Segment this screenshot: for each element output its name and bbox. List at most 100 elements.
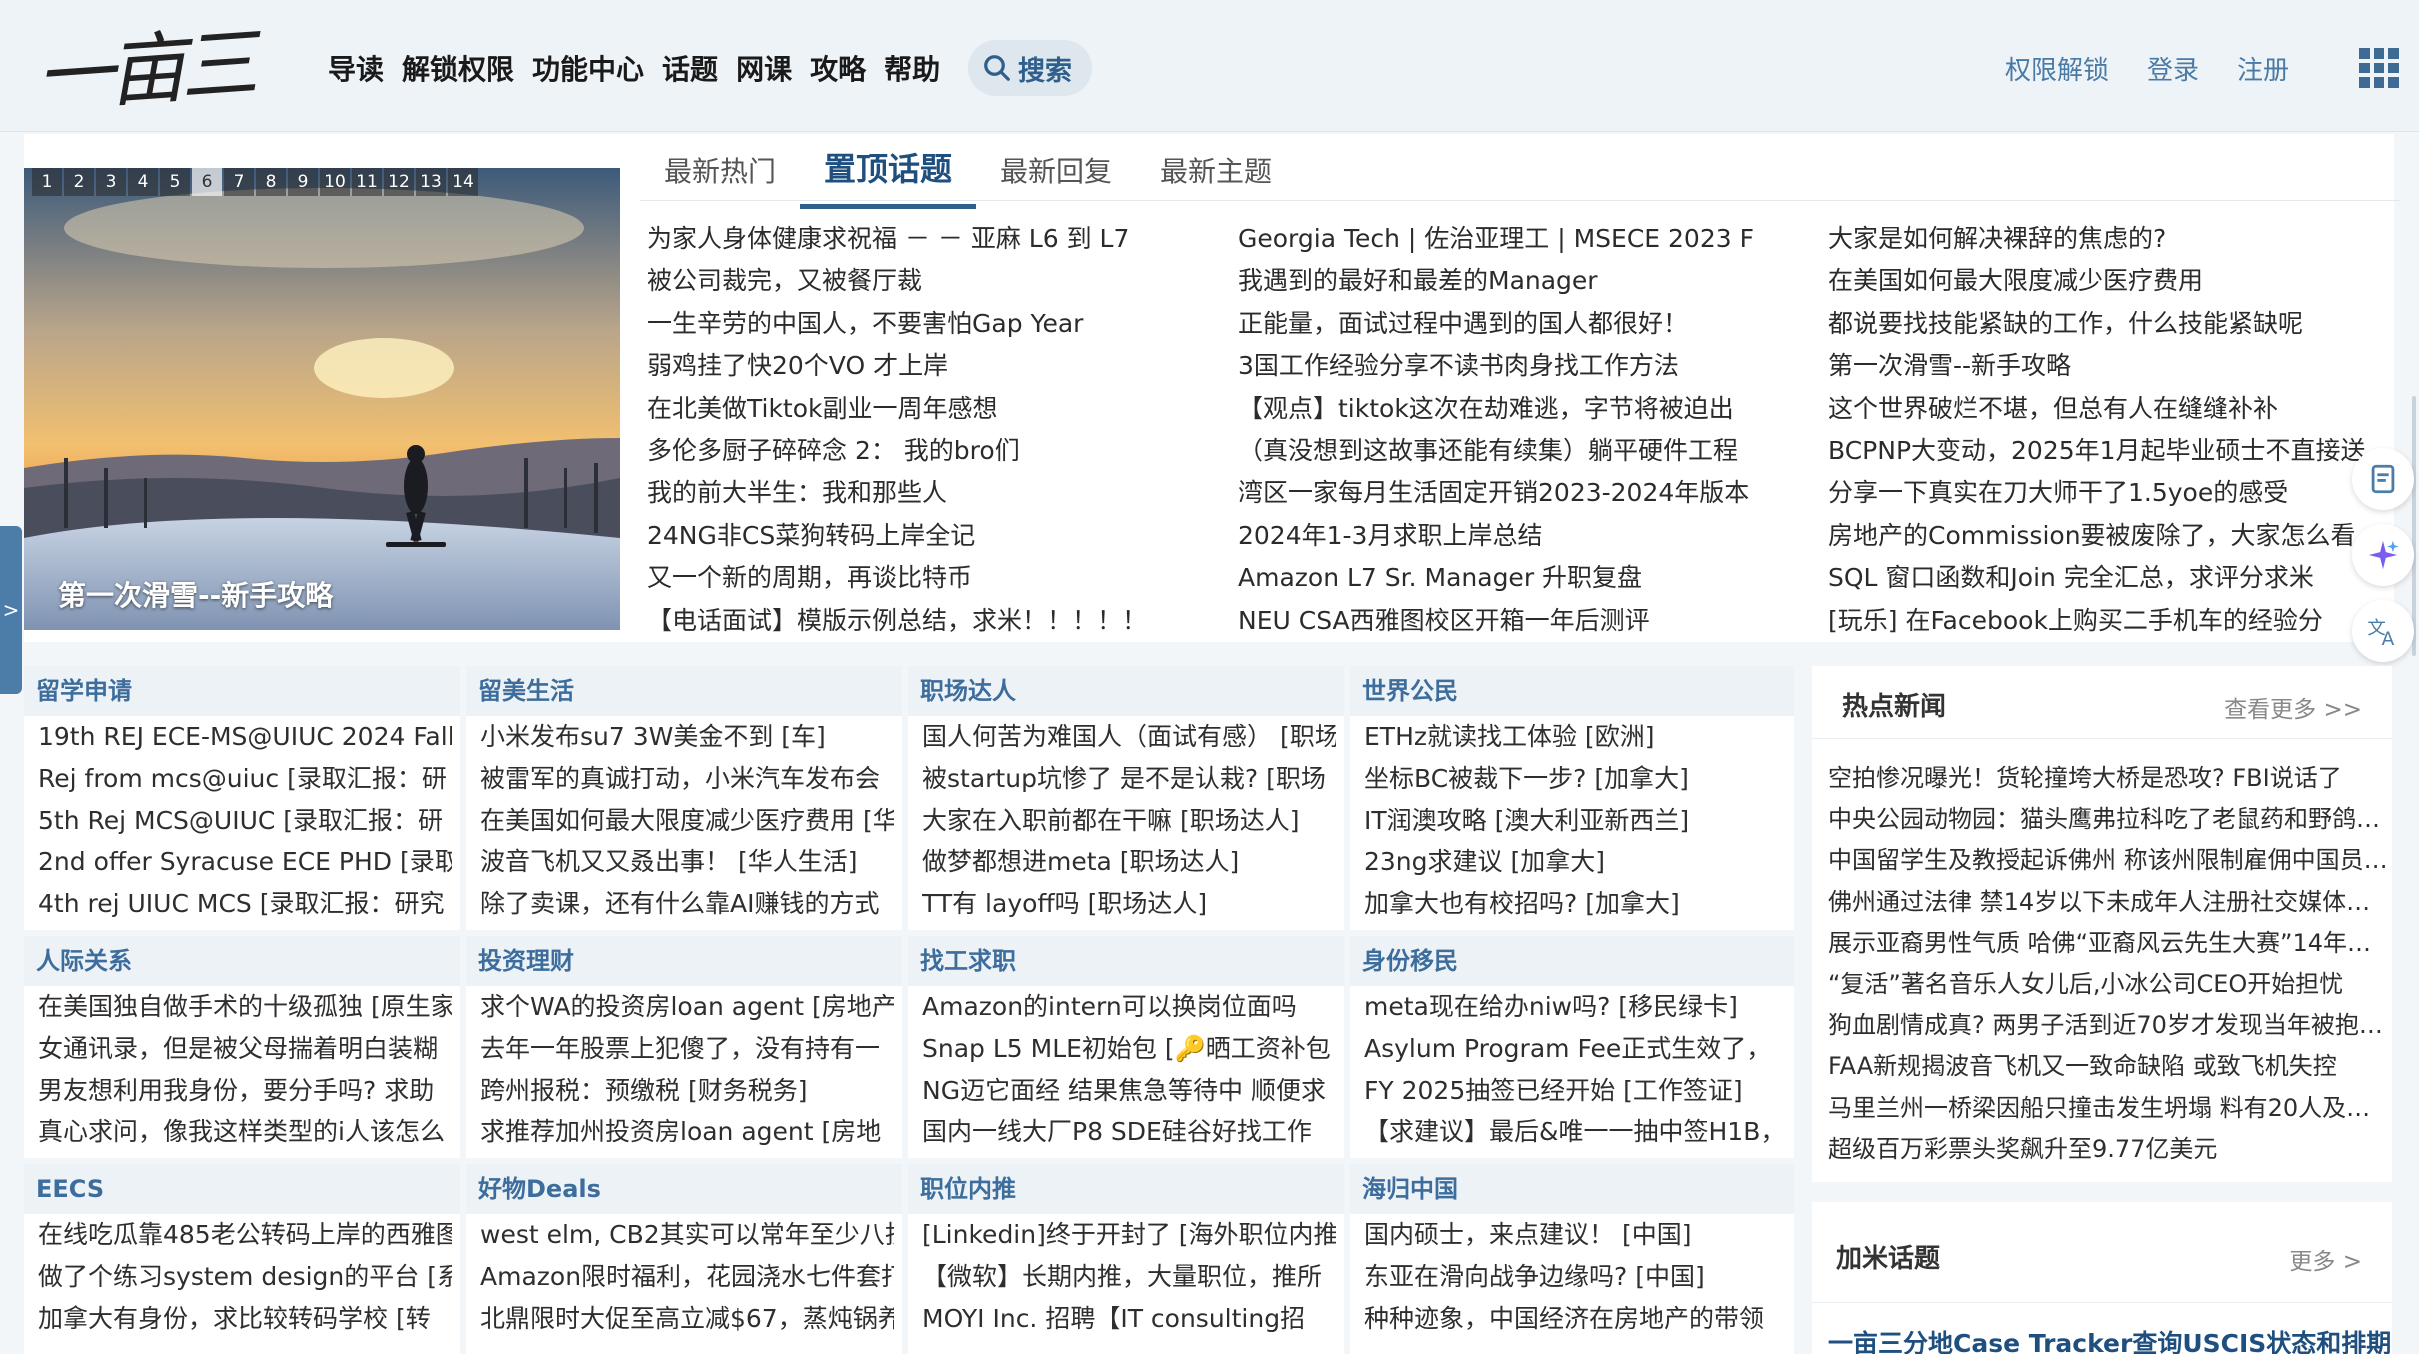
tab-latest-threads[interactable]: 最新主题 — [1136, 140, 1296, 209]
forum-thread-link[interactable]: 加拿大也有校招吗? [加拿大] — [1364, 883, 1786, 925]
topic-link[interactable]: BCPNP大变动，2025年1月起毕业硕士不直接送 — [1828, 430, 2368, 472]
hot-news-more-link[interactable]: 查看更多 >> — [2224, 690, 2362, 724]
forum-thread-link[interactable]: Amazon限时福利，花园浇水七件套打 — [480, 1256, 894, 1298]
forum-title[interactable]: EECS — [24, 1164, 460, 1214]
nav-item-features[interactable]: 功能中心 — [532, 48, 644, 92]
forum-thread-link[interactable]: 东亚在滑向战争边缘吗? [中国] — [1364, 1256, 1786, 1298]
forum-thread-link[interactable]: NG迈它面经 结果焦急等待中 顺便求 — [922, 1070, 1336, 1112]
forum-title[interactable]: 好物Deals — [466, 1164, 902, 1214]
topic-link[interactable]: 都说要找技能紧缺的工作，什么技能紧缺呢 — [1828, 303, 2368, 345]
slider-page[interactable]: 13 — [416, 168, 446, 196]
topic-link[interactable]: 弱鸡挂了快20个VO 才上岸 — [647, 345, 1207, 387]
forum-thread-link[interactable]: 去年一年股票上犯傻了，没有持有一 — [480, 1028, 894, 1070]
forum-thread-link[interactable]: 大家在入职前都在干嘛 [职场达人] — [922, 800, 1336, 842]
forum-thread-link[interactable]: MOYI Inc. 招聘【IT consulting招 — [922, 1298, 1336, 1340]
hot-news-item[interactable]: 超级百万彩票头奖飙升至9.77亿美元 — [1828, 1129, 2388, 1170]
forum-thread-link[interactable]: 女通讯录，但是被父母揣着明白装糊 — [38, 1028, 452, 1070]
tab-latest-hot[interactable]: 最新热门 — [640, 140, 800, 209]
forum-thread-link[interactable]: 19th REJ ECE-MS@UIUC 2024 Fall — [38, 716, 452, 758]
forum-thread-link[interactable]: meta现在给办niw吗? [移民绿卡] — [1364, 986, 1786, 1028]
slider-page[interactable]: 4 — [128, 168, 158, 196]
forum-thread-link[interactable]: 小米发布su7 3W美金不到 [车] — [480, 716, 894, 758]
nav-item-courses[interactable]: 网课 — [736, 48, 792, 92]
forum-thread-link[interactable]: 被雷军的真诚打动，小米汽车发布会 — [480, 758, 894, 800]
hot-news-item[interactable]: 中央公园动物园：猫头鹰弗拉科吃了老鼠药和野鸽… — [1828, 799, 2388, 840]
forum-title[interactable]: 人际关系 — [24, 936, 460, 986]
forum-thread-link[interactable]: 【求建议】最后&唯一一抽中签H1B， — [1364, 1111, 1786, 1153]
forum-thread-link[interactable]: 被startup坑惨了 是不是认栽? [职场 — [922, 758, 1336, 800]
slider-page[interactable]: 11 — [352, 168, 382, 196]
hot-news-item[interactable]: FAA新规揭波音飞机又一致命缺陷 或致飞机失控 — [1828, 1046, 2388, 1087]
forum-thread-link[interactable]: 23ng求建议 [加拿大] — [1364, 841, 1786, 883]
topic-link[interactable]: 正能量，面试过程中遇到的国人都很好！ — [1238, 303, 1808, 345]
forum-thread-link[interactable]: west elm, CB2其实可以常年至少八折 — [480, 1214, 894, 1256]
slider-caption[interactable]: 第一次滑雪--新手攻略 — [58, 574, 333, 614]
slider-page-active[interactable]: 6 — [192, 168, 222, 196]
topic-link[interactable]: 【电话面试】模版示例总结，求米！！！！！ — [647, 600, 1207, 642]
forum-thread-link[interactable]: 坐标BC被裁下一步? [加拿大] — [1364, 758, 1786, 800]
forum-thread-link[interactable]: [Linkedin]终于开封了 [海外职位内推] — [922, 1214, 1336, 1256]
hot-news-item[interactable]: 中国留学生及教授起诉佛州 称该州限制雇佣中国员… — [1828, 840, 2388, 881]
topic-link[interactable]: （真没想到这故事还能有续集）躺平硬件工程 — [1238, 430, 1808, 472]
apps-grid-icon[interactable] — [2359, 48, 2399, 88]
slider-page[interactable]: 12 — [384, 168, 414, 196]
forum-thread-link[interactable]: 求推荐加州投资房loan agent [房地 — [480, 1111, 894, 1153]
search-button[interactable]: 搜索 — [968, 40, 1092, 96]
forum-thread-link[interactable]: 北鼎限时大促至高立减$67，蒸炖锅养 — [480, 1298, 894, 1340]
notes-button[interactable] — [2352, 448, 2414, 510]
featured-slider[interactable]: 1 2 3 4 5 6 7 8 9 10 11 12 13 14 第一次滑雪--… — [24, 168, 620, 630]
forum-thread-link[interactable]: 2nd offer Syracuse ECE PHD [录取 — [38, 841, 452, 883]
site-logo[interactable]: 一亩三分地 — [33, 4, 318, 234]
forum-thread-link[interactable]: ETHz就读找工体验 [欧洲] — [1364, 716, 1786, 758]
hot-news-item[interactable]: 空拍惨况曝光！货轮撞垮大桥是恐攻? FBI说话了 — [1828, 758, 2388, 799]
forum-title[interactable]: 职场达人 — [908, 666, 1344, 716]
topic-link[interactable]: 湾区一家每月生活固定开销2023-2024年版本 — [1238, 472, 1808, 514]
forum-thread-link[interactable]: 在美国独自做手术的十级孤独 [原生家 — [38, 986, 452, 1028]
jiami-more-link[interactable]: 更多 > — [2289, 1242, 2362, 1276]
hot-news-item[interactable]: 展示亚裔男性气质 哈佛“亚裔风云先生大赛”14年… — [1828, 923, 2388, 964]
slider-page[interactable]: 5 — [160, 168, 190, 196]
topic-link[interactable]: 被公司裁完，又被餐厅裁 — [647, 260, 1207, 302]
forum-title[interactable]: 世界公民 — [1350, 666, 1794, 716]
forum-title[interactable]: 留学申请 — [24, 666, 460, 716]
topic-link[interactable]: 为家人身体健康求祝福 － － 亚麻 L6 到 L7 — [647, 218, 1207, 260]
forum-thread-link[interactable]: 在美国如何最大限度减少医疗费用 [华 — [480, 800, 894, 842]
forum-thread-link[interactable]: Snap L5 MLE初始包 [🔑晒工资补包 — [922, 1028, 1336, 1070]
forum-thread-link[interactable]: 求个WA的投资房loan agent [房地产] — [480, 986, 894, 1028]
forum-thread-link[interactable]: 5th Rej MCS@UIUC [录取汇报：研 — [38, 800, 452, 842]
side-expand-tab[interactable]: > — [0, 526, 22, 694]
topic-link[interactable]: 第一次滑雪--新手攻略 — [1828, 345, 2368, 387]
hot-news-item[interactable]: “复活”著名音乐人女儿后,小冰公司CEO开始担忧 — [1828, 964, 2388, 1005]
forum-thread-link[interactable]: 除了卖课，还有什么靠AI赚钱的方式 — [480, 883, 894, 925]
forum-title[interactable]: 留美生活 — [466, 666, 902, 716]
forum-thread-link[interactable]: 真心求问，像我这样类型的i人该怎么 — [38, 1111, 452, 1153]
nav-item-guide[interactable]: 导读 — [328, 48, 384, 92]
nav-item-topics[interactable]: 话题 — [662, 48, 718, 92]
topic-link[interactable]: Georgia Tech | 佐治亚理工 | MSECE 2023 F — [1238, 218, 1808, 260]
forum-title[interactable]: 投资理财 — [466, 936, 902, 986]
forum-thread-link[interactable]: TT有 layoff吗 [职场达人] — [922, 883, 1336, 925]
ai-assistant-button[interactable] — [2352, 524, 2414, 586]
translate-button[interactable]: 文A — [2352, 600, 2414, 662]
unlock-permissions-link[interactable]: 权限解锁 — [2005, 50, 2109, 87]
forum-thread-link[interactable]: FY 2025抽签已经开始 [工作签证] — [1364, 1070, 1786, 1112]
topic-link[interactable]: 我的前大半生：我和那些人 — [647, 472, 1207, 514]
topic-link[interactable]: 在美国如何最大限度减少医疗费用 — [1828, 260, 2368, 302]
nav-item-help[interactable]: 帮助 — [884, 48, 940, 92]
topic-link[interactable]: 2024年1-3月求职上岸总结 — [1238, 515, 1808, 557]
topic-link[interactable]: 【观点】tiktok这次在劫难逃，字节将被迫出 — [1238, 388, 1808, 430]
forum-title[interactable]: 职位内推 — [908, 1164, 1344, 1214]
topic-link[interactable]: NEU CSA西雅图校区开箱一年后测评 — [1238, 600, 1808, 642]
forum-thread-link[interactable]: 加拿大有身份，求比较转码学校 [转 — [38, 1298, 452, 1340]
forum-thread-link[interactable]: 国内一线大厂P8 SDE硅谷好找工作 — [922, 1111, 1336, 1153]
topic-link[interactable]: Amazon L7 Sr. Manager 升职复盘 — [1238, 557, 1808, 599]
topic-link[interactable]: 3国工作经验分享不读书肉身找工作方法 — [1238, 345, 1808, 387]
tab-latest-replies[interactable]: 最新回复 — [976, 140, 1136, 209]
forum-title[interactable]: 身份移民 — [1350, 936, 1794, 986]
topic-link[interactable]: 一生辛劳的中国人，不要害怕Gap Year — [647, 303, 1207, 345]
topic-link[interactable]: 房地产的Commission要被废除了，大家怎么看 — [1828, 515, 2368, 557]
forum-thread-link[interactable]: 在线吃瓜靠485老公转码上岸的西雅图 — [38, 1214, 452, 1256]
topic-link[interactable]: [玩乐] 在Facebook上购买二手机车的经验分 — [1828, 600, 2368, 642]
scrollbar[interactable] — [2412, 396, 2416, 656]
forum-thread-link[interactable]: 做了个练习system design的平台 [系 — [38, 1256, 452, 1298]
